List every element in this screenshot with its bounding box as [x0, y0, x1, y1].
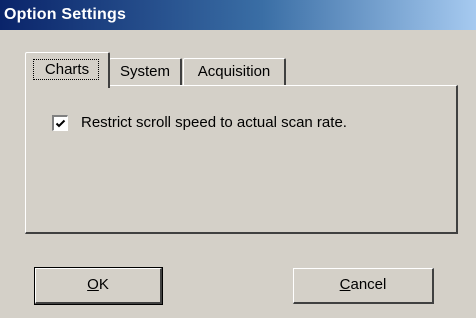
- tab-system[interactable]: System: [109, 58, 182, 86]
- tab-acquisition[interactable]: Acquisition: [183, 58, 286, 86]
- tab-acquisition-label: Acquisition: [197, 63, 271, 80]
- ok-button-label: K: [98, 276, 109, 293]
- cancel-button[interactable]: Cancel: [293, 268, 434, 304]
- charts-tab-panel: Restrict scroll speed to actual scan rat…: [25, 85, 458, 234]
- cancel-button-accel: C: [339, 276, 351, 293]
- option-settings-dialog: Option Settings Charts System Acquisitio…: [0, 0, 476, 318]
- restrict-scroll-label[interactable]: Restrict scroll speed to actual scan rat…: [81, 114, 347, 131]
- window-title: Option Settings: [4, 6, 127, 23]
- tab-charts[interactable]: Charts: [25, 52, 110, 88]
- title-bar[interactable]: Option Settings: [0, 0, 476, 30]
- tab-charts-label: Charts: [44, 61, 90, 78]
- ok-button-accel: O: [87, 276, 99, 293]
- ok-button[interactable]: OK: [34, 267, 163, 305]
- tab-system-label: System: [119, 63, 170, 80]
- check-mark-icon: [55, 119, 66, 127]
- restrict-scroll-option[interactable]: Restrict scroll speed to actual scan rat…: [52, 114, 347, 131]
- restrict-scroll-checkbox[interactable]: [52, 114, 68, 131]
- cancel-button-label: ancel: [350, 276, 387, 293]
